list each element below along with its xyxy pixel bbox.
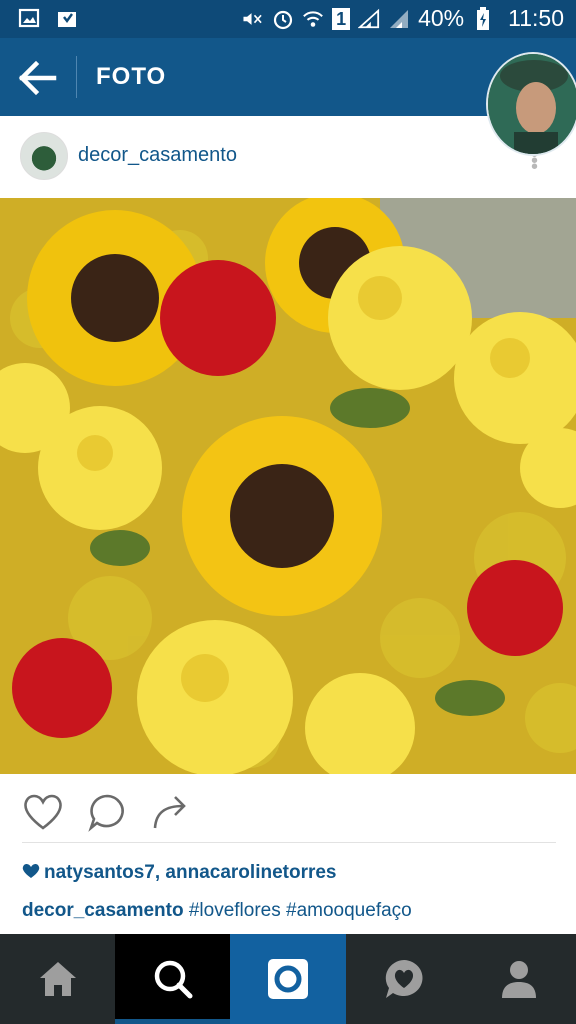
poster-username[interactable]: decor_casamento <box>78 144 237 167</box>
gallery-notification-icon <box>18 7 40 29</box>
battery-charging-icon <box>472 6 494 30</box>
battery-percent: 40% <box>418 5 465 31</box>
tab-home[interactable] <box>0 934 115 1024</box>
mute-icon <box>242 8 264 30</box>
camera-icon <box>268 959 308 999</box>
download-notification-icon <box>56 7 78 29</box>
actions-divider <box>22 842 556 843</box>
share-arrow-icon[interactable] <box>150 792 192 832</box>
activity-icon <box>385 960 422 998</box>
bottom-tab-bar <box>0 934 576 1024</box>
like-heart-icon[interactable] <box>22 792 64 832</box>
status-bar: 1 40% 11:50 <box>0 0 576 38</box>
caption-username[interactable]: decor_casamento <box>22 900 184 921</box>
profile-icon <box>501 961 536 998</box>
tab-search-indicator <box>115 1019 230 1024</box>
post-photo[interactable] <box>0 198 576 774</box>
app-bar-divider <box>76 56 77 98</box>
tab-profile[interactable] <box>461 934 576 1024</box>
likes-heart-icon <box>22 864 40 878</box>
tab-search[interactable] <box>115 934 230 1024</box>
signal-icon <box>358 8 380 30</box>
comment-bubble-icon[interactable] <box>86 792 128 832</box>
liked-by-users[interactable]: natysantos7, annacarolinetorres <box>44 862 337 883</box>
caption-hashtags[interactable]: #loveflores #amooquefaço <box>184 900 412 921</box>
search-icon <box>154 960 192 999</box>
likes-line: natysantos7, annacarolinetorres <box>22 862 337 884</box>
signal-icon-2 <box>388 8 410 30</box>
post-caption: decor_casamento #loveflores #amooquefaço <box>22 900 412 922</box>
poster-avatar[interactable] <box>20 132 68 180</box>
post-actions <box>0 774 576 844</box>
post-header: decor_casamento ••• <box>0 116 576 198</box>
clock: 11:50 <box>508 5 564 31</box>
home-icon <box>39 962 76 996</box>
back-arrow-icon[interactable] <box>18 60 58 96</box>
page-title: FOTO <box>96 63 167 90</box>
tab-activity[interactable] <box>346 934 461 1024</box>
alarm-icon <box>272 8 294 30</box>
sim-badge: 1 <box>332 7 351 30</box>
flowers-image <box>0 198 576 774</box>
tab-camera[interactable] <box>230 934 346 1024</box>
wifi-icon <box>302 8 324 30</box>
floating-profile-avatar[interactable] <box>486 52 576 156</box>
